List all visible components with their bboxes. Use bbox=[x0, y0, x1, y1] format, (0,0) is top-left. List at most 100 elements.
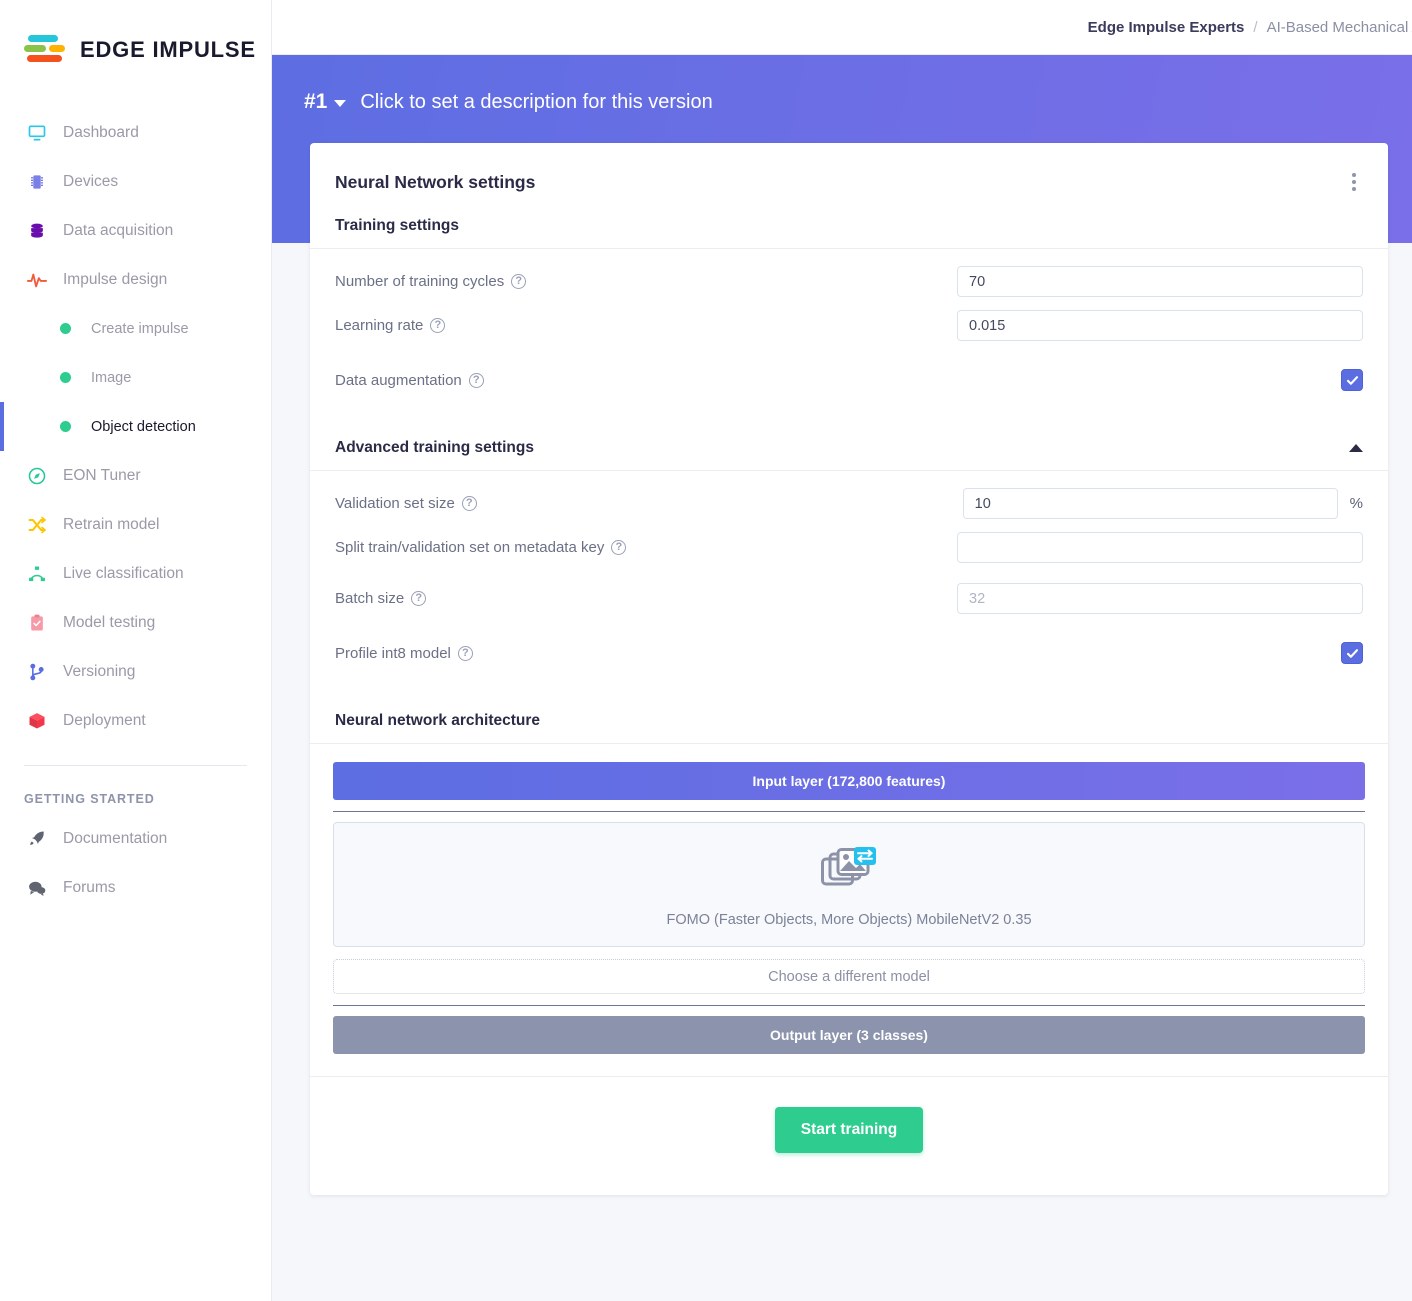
help-icon[interactable]: ? bbox=[611, 540, 627, 555]
label-training-cycles: Number of training cycles ? bbox=[335, 273, 957, 290]
sidebar-item-object-detection[interactable]: Object detection bbox=[0, 402, 271, 451]
sidebar-item-label: Dashboard bbox=[63, 123, 139, 141]
label-text: Number of training cycles bbox=[335, 273, 505, 290]
top-bar: Edge Impulse Experts / AI-Based Mechanic… bbox=[272, 0, 1412, 55]
sidebar-item-image[interactable]: Image bbox=[0, 353, 271, 402]
version-description[interactable]: Click to set a description for this vers… bbox=[360, 91, 712, 114]
label-split-metadata-key: Split train/validation set on metadata k… bbox=[335, 539, 957, 556]
validation-set-size-input[interactable] bbox=[962, 488, 1338, 519]
advanced-settings-header[interactable]: Advanced training settings bbox=[310, 409, 1388, 471]
label-text: Split train/validation set on metadata k… bbox=[335, 539, 605, 556]
row-data-augmentation: Data augmentation ? bbox=[310, 351, 1388, 409]
sidebar-section-title: GETTING STARTED bbox=[24, 792, 155, 806]
row-profile-int8: Profile int8 model ? bbox=[310, 624, 1388, 682]
row-learning-rate: Learning rate ? bbox=[310, 300, 1388, 351]
status-dot-icon bbox=[60, 323, 71, 334]
layer-connector bbox=[333, 800, 1365, 822]
data-augmentation-checkbox[interactable] bbox=[1341, 369, 1363, 391]
input-layer-label: Input layer (172,800 features) bbox=[752, 773, 946, 789]
version-selector[interactable]: #1 bbox=[304, 90, 347, 114]
nodes-icon bbox=[24, 562, 50, 586]
help-icon[interactable]: ? bbox=[461, 496, 477, 511]
selected-model-box[interactable]: FOMO (Faster Objects, More Objects) Mobi… bbox=[333, 822, 1365, 947]
sidebar-item-label: Model testing bbox=[63, 613, 156, 631]
neural-network-settings-card: Neural Network settings Training setting… bbox=[310, 143, 1388, 1195]
choose-model-label: Choose a different model bbox=[768, 968, 930, 985]
learning-rate-input[interactable] bbox=[957, 310, 1363, 341]
label-text: Data augmentation bbox=[335, 371, 462, 389]
sidebar-item-label: Documentation bbox=[63, 829, 168, 847]
kebab-menu-icon[interactable] bbox=[1348, 169, 1360, 195]
status-dot-icon bbox=[60, 372, 71, 383]
breadcrumb: Edge Impulse Experts / AI-Based Mechanic… bbox=[1088, 19, 1412, 36]
check-icon bbox=[1346, 375, 1358, 385]
status-dot-icon bbox=[60, 421, 71, 432]
sidebar-subitem-label: Object detection bbox=[91, 418, 196, 435]
help-icon[interactable]: ? bbox=[430, 318, 446, 333]
version-number: #1 bbox=[304, 90, 328, 113]
shuffle-icon bbox=[24, 513, 50, 537]
help-icon[interactable]: ? bbox=[411, 591, 427, 606]
sidebar-item-live-classification[interactable]: Live classification bbox=[0, 549, 271, 598]
branch-icon bbox=[24, 660, 50, 684]
sidebar-item-retrain-model[interactable]: Retrain model bbox=[0, 500, 271, 549]
sidebar-item-label: Deployment bbox=[63, 711, 146, 729]
help-icon[interactable]: ? bbox=[468, 372, 484, 388]
sidebar-item-documentation[interactable]: Documentation bbox=[0, 814, 271, 863]
cube-icon bbox=[24, 709, 50, 733]
label-batch-size: Batch size ? bbox=[335, 590, 957, 607]
label-data-augmentation: Data augmentation ? bbox=[335, 372, 1341, 389]
output-layer-bar: Output layer (3 classes) bbox=[333, 1016, 1365, 1054]
sidebar-item-deployment[interactable]: Deployment bbox=[0, 696, 271, 745]
brand-logo[interactable]: EDGE IMPULSE bbox=[0, 0, 271, 72]
architecture-title: Neural network architecture bbox=[335, 712, 541, 729]
breadcrumb-project[interactable]: AI-Based Mechanical An bbox=[1267, 19, 1412, 36]
chat-icon bbox=[24, 876, 50, 900]
help-icon[interactable]: ? bbox=[457, 645, 473, 661]
profile-int8-checkbox[interactable] bbox=[1341, 642, 1363, 664]
label-text: Learning rate bbox=[335, 317, 424, 334]
label-text: Profile int8 model bbox=[335, 644, 451, 662]
sidebar-item-impulse-design[interactable]: Impulse design bbox=[0, 255, 271, 304]
sidebar-item-devices[interactable]: Devices bbox=[0, 157, 271, 206]
validation-unit-label: % bbox=[1349, 495, 1363, 512]
start-training-button[interactable]: Start training bbox=[774, 1107, 924, 1153]
row-split-metadata-key: Split train/validation set on metadata k… bbox=[310, 522, 1388, 573]
check-icon bbox=[1346, 648, 1358, 658]
chip-icon bbox=[24, 170, 50, 194]
database-icon bbox=[24, 219, 50, 243]
sidebar-item-eon-tuner[interactable]: EON Tuner bbox=[0, 451, 271, 500]
version-row: #1 Click to set a description for this v… bbox=[304, 90, 713, 114]
sidebar-item-label: Live classification bbox=[63, 564, 184, 582]
sidebar-item-create-impulse[interactable]: Create impulse bbox=[0, 304, 271, 353]
sidebar-item-model-testing[interactable]: Model testing bbox=[0, 598, 271, 647]
card-header: Neural Network settings bbox=[310, 143, 1388, 217]
sidebar-item-forums[interactable]: Forums bbox=[0, 863, 271, 912]
monitor-icon bbox=[24, 121, 50, 145]
choose-different-model-button[interactable]: Choose a different model bbox=[333, 959, 1365, 994]
sidebar-item-label: Retrain model bbox=[63, 515, 160, 533]
brand-name: EDGE IMPULSE bbox=[80, 37, 256, 62]
clipboard-check-icon bbox=[24, 611, 50, 635]
help-icon[interactable]: ? bbox=[511, 274, 527, 289]
breadcrumb-org[interactable]: Edge Impulse Experts bbox=[1088, 19, 1245, 36]
edge-impulse-logo-icon bbox=[24, 32, 68, 68]
sidebar-item-data-acquisition[interactable]: Data acquisition bbox=[0, 206, 271, 255]
batch-size-input[interactable] bbox=[957, 583, 1363, 614]
output-layer-label: Output layer (3 classes) bbox=[770, 1027, 928, 1043]
sidebar-item-versioning[interactable]: Versioning bbox=[0, 647, 271, 696]
architecture-header: Neural network architecture bbox=[310, 682, 1388, 744]
sidebar-subitem-label: Create impulse bbox=[91, 320, 189, 337]
sidebar-item-label: Data acquisition bbox=[63, 221, 174, 239]
row-batch-size: Batch size ? bbox=[310, 573, 1388, 624]
sidebar-item-dashboard[interactable]: Dashboard bbox=[0, 108, 271, 157]
input-layer-bar: Input layer (172,800 features) bbox=[333, 762, 1365, 800]
chevron-up-icon[interactable] bbox=[1349, 444, 1363, 452]
sidebar-item-label: Versioning bbox=[63, 662, 136, 680]
training-settings-header: Training settings bbox=[310, 217, 1388, 249]
selected-model-name: FOMO (Faster Objects, More Objects) Mobi… bbox=[666, 912, 1032, 928]
compass-icon bbox=[24, 464, 50, 488]
split-metadata-key-input[interactable] bbox=[957, 532, 1363, 563]
sidebar-item-label: Impulse design bbox=[63, 270, 168, 288]
training-cycles-input[interactable] bbox=[957, 266, 1363, 297]
